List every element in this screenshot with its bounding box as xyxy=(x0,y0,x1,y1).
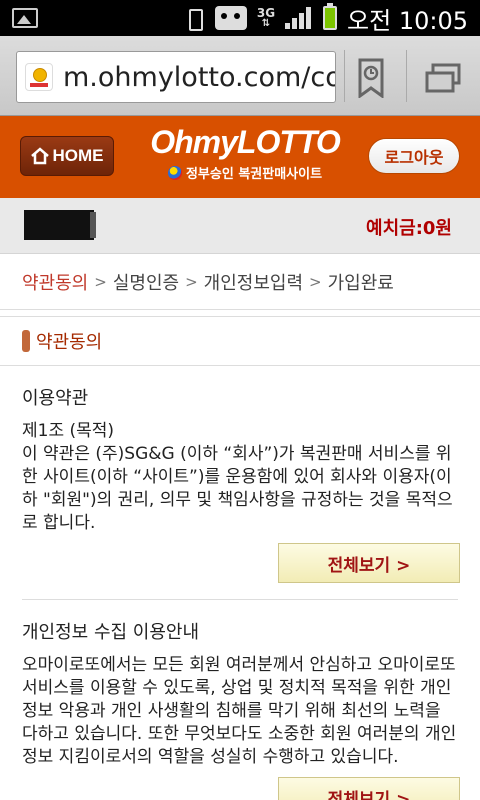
step-complete: 가입완료 xyxy=(327,272,394,294)
signal-icon xyxy=(285,7,313,29)
browser-toolbar: m.ohmylotto.com/con xyxy=(0,36,480,116)
step-verification: 실명인증 xyxy=(112,272,180,294)
step-personal-info: 개인정보입력 xyxy=(203,272,304,294)
terms-text: 제1조 (목적) 이 약관은 (주)SG&G (이하 “회사”)가 복권판매 서… xyxy=(22,421,453,533)
step-terms: 약관동의 xyxy=(22,272,89,294)
section-title: 약관동의 xyxy=(0,316,480,366)
terms-block: 이용약관 제1조 (목적) 이 약관은 (주)SG&G (이하 “회사”)가 복… xyxy=(0,366,480,600)
home-icon xyxy=(30,147,49,165)
privacy-view-all-button[interactable]: 전체보기 > xyxy=(278,777,460,800)
tabs-icon[interactable] xyxy=(424,62,462,94)
step-separator: > xyxy=(185,272,198,291)
terms-title: 이용약관 xyxy=(22,388,89,409)
gallery-icon xyxy=(12,8,38,28)
network-type: 3G ⇅ xyxy=(256,6,276,29)
site-logo[interactable]: OhmyLOTTO 정부승인 복권판매사이트 xyxy=(150,124,341,192)
url-field[interactable]: m.ohmylotto.com/con xyxy=(16,51,336,103)
bookmark-icon[interactable] xyxy=(356,58,386,98)
site-header: HOME OhmyLOTTO 정부승인 복권판매사이트 로그아웃 xyxy=(0,116,480,198)
section-marker xyxy=(22,330,30,352)
android-icon xyxy=(214,6,247,30)
privacy-block: 개인정보 수집 이용안내 오마이로또에서는 모든 회원 여러분께서 안심하고 오… xyxy=(0,600,480,800)
logo-wordmark: OhmyLOTTO xyxy=(150,124,341,160)
step-separator: > xyxy=(309,272,322,291)
signup-steps-breadcrumb: 약관동의 > 실명인증 > 개인정보입력 > 가입완료 xyxy=(0,254,480,310)
home-label: HOME xyxy=(52,146,104,165)
divider xyxy=(406,50,407,102)
redacted-username xyxy=(24,210,96,240)
favicon-icon xyxy=(25,63,53,91)
vibrate-icon xyxy=(183,7,205,31)
user-bar: 예치금:0원 xyxy=(0,198,480,254)
terms-view-all-button[interactable]: 전체보기 > xyxy=(278,543,460,583)
url-text: m.ohmylotto.com/con xyxy=(63,61,336,93)
logout-button[interactable]: 로그아웃 xyxy=(368,138,460,174)
privacy-text: 오마이로또에서는 모든 회원 여러분께서 안심하고 오마이로또 서비스를 이용할… xyxy=(22,655,457,767)
privacy-title: 개인정보 수집 이용안내 xyxy=(22,622,200,643)
divider xyxy=(344,50,345,102)
logo-subtitle: 정부승인 복권판매사이트 xyxy=(160,163,330,182)
battery-icon xyxy=(323,3,338,30)
status-bar: 3G ⇅ 오전 10:05 xyxy=(0,0,480,36)
deposit-balance: 예치금:0원 xyxy=(366,218,452,239)
status-time: 오전 10:05 xyxy=(347,6,468,35)
government-emblem-icon xyxy=(167,165,182,180)
step-separator: > xyxy=(94,272,107,291)
home-button[interactable]: HOME xyxy=(20,136,114,176)
